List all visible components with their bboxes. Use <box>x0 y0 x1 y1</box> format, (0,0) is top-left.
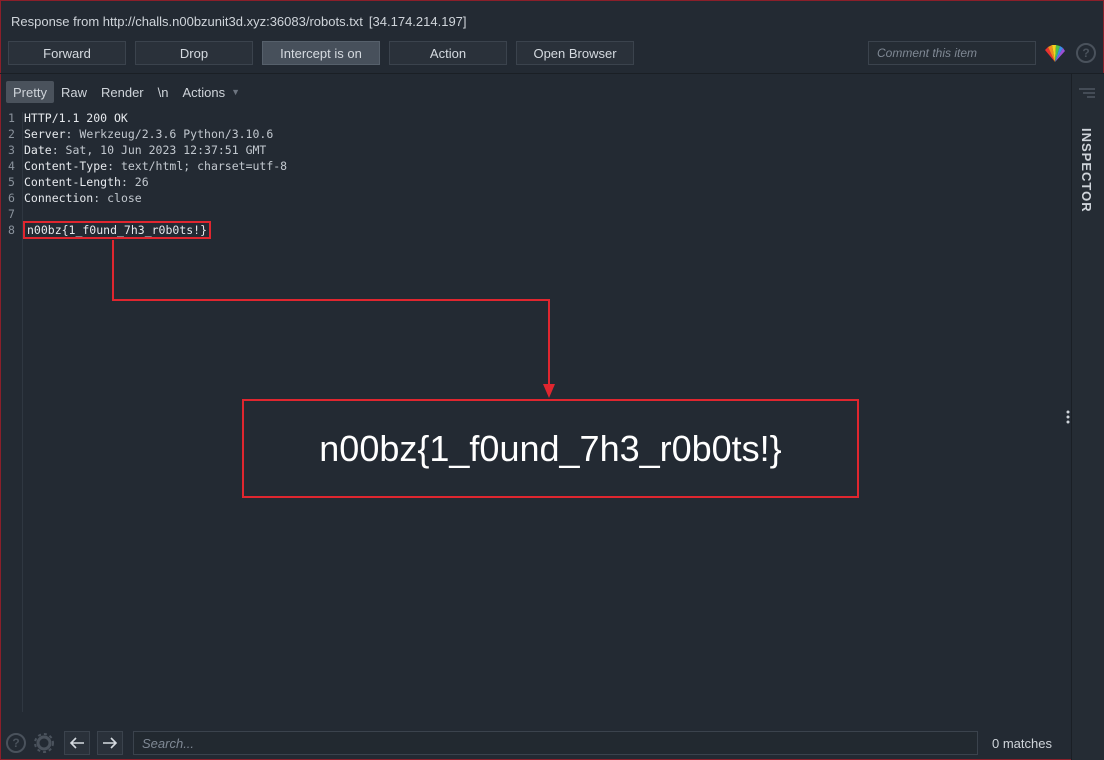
splitter-handle-icon[interactable] <box>1064 408 1072 426</box>
help-icon[interactable]: ? <box>6 733 26 753</box>
previous-match-button[interactable] <box>64 731 90 755</box>
match-count: 0 matches <box>992 736 1052 751</box>
next-match-button[interactable] <box>97 731 123 755</box>
inspector-tab[interactable]: INSPECTOR <box>1079 128 1094 213</box>
search-input[interactable]: Search... <box>133 731 978 755</box>
list-lines-icon[interactable] <box>1077 86 1097 100</box>
arrow-right-icon <box>103 737 118 749</box>
flag-callout-text: n00bz{1_f0und_7h3_r0b0ts!} <box>319 427 782 469</box>
callout-arrow <box>112 240 555 398</box>
flag-callout-box: n00bz{1_f0und_7h3_r0b0ts!} <box>242 399 859 498</box>
gear-icon[interactable] <box>33 732 55 754</box>
arrow-left-icon <box>69 737 84 749</box>
